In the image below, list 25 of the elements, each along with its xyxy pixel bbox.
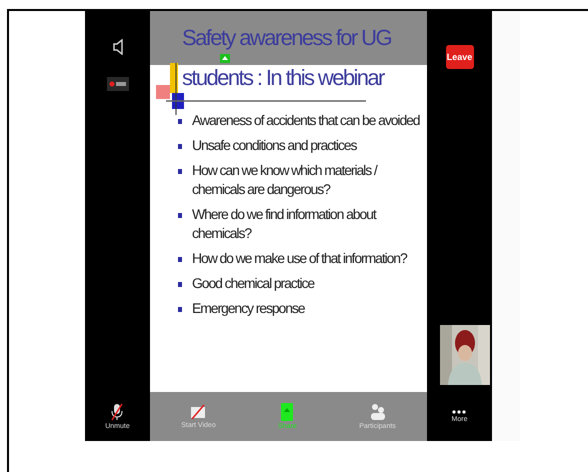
bullet-text: Awareness of accidents that can be avoided — [192, 111, 420, 130]
video-off-icon — [190, 404, 206, 420]
muted-microphone-icon — [111, 403, 124, 421]
bullet-text: How can we know which materials / chemicals are dangerous? — [192, 161, 377, 199]
bullet-icon — [178, 307, 182, 312]
more-icon — [452, 410, 466, 414]
bullet-text: Good chemical practice — [192, 274, 314, 293]
screen-share-icon — [220, 54, 230, 63]
bullet-icon — [178, 144, 182, 149]
bullet-icon — [178, 282, 182, 287]
bullet-text: Where do we find information about chemicals? — [192, 205, 376, 243]
bullet-text: Emergency response — [192, 299, 304, 318]
slide-title: Safety awareness for UG — [182, 25, 391, 51]
bullet-icon — [178, 213, 182, 218]
bullet-icon — [178, 169, 182, 174]
bullet-icon — [178, 257, 182, 262]
participants-icon — [370, 403, 386, 421]
bullet-text: How do we make use of that information? — [192, 249, 407, 268]
speaker-icon[interactable] — [112, 39, 122, 55]
slide-title: students : In this webinar — [182, 65, 384, 91]
bullet-icon — [178, 119, 182, 124]
recording-icon — [106, 77, 128, 91]
bullet-text: Unsafe conditions and practices — [192, 136, 356, 155]
leave-button[interactable]: Leave — [446, 45, 474, 69]
share-screen-icon — [281, 403, 294, 421]
